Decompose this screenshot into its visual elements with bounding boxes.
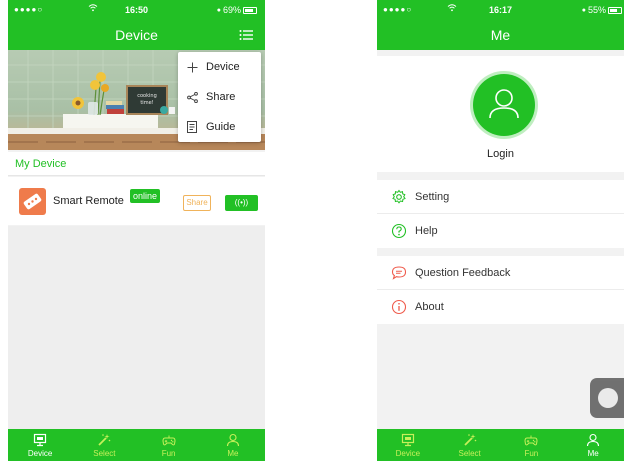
plus-icon [178, 62, 206, 73]
battery-percent: 69% [222, 5, 241, 15]
monitor-icon [401, 433, 414, 447]
person-icon [489, 89, 519, 119]
page-title: Device [115, 27, 158, 43]
menu-item-about[interactable]: About [377, 290, 624, 324]
login-button[interactable]: Login [377, 148, 624, 160]
tab-select[interactable]: Select [72, 429, 136, 461]
chat-icon [391, 265, 407, 280]
status-badge: online [130, 189, 161, 203]
page-title: Me [490, 27, 511, 43]
device-screen: ●●●●○ 16:50 ● 69% Device cooking time! M… [8, 0, 265, 461]
person-icon [587, 433, 600, 447]
remote-icon [19, 188, 46, 215]
tab-device[interactable]: Device [8, 429, 72, 461]
menu-item-label: About [415, 301, 444, 313]
signal-button[interactable]: ((•)) [225, 195, 258, 211]
tab-fun[interactable]: Fun [137, 429, 201, 461]
gamepad-icon [162, 435, 176, 446]
tab-label: Fun [161, 449, 176, 458]
battery-icon [608, 6, 622, 14]
svg-text:time!: time! [140, 100, 153, 106]
wand-icon [98, 434, 111, 446]
tab-label: Select [458, 449, 481, 458]
profile-section: Login [377, 56, 624, 172]
menu-item-label: Share [206, 91, 236, 103]
menu-item-label: Device [206, 61, 240, 73]
gear-icon [392, 189, 406, 204]
menu-item-label: Help [415, 225, 438, 237]
tab-bar: Device Select Fun Me [8, 429, 265, 461]
menu-item-guide[interactable]: Guide [178, 112, 261, 142]
gamepad-icon [524, 435, 538, 446]
me-screen: ●●●●○ 16:17 ● 55% Me Login Setting Help … [377, 0, 624, 461]
banner-text: cooking [137, 93, 157, 99]
menu-item-device[interactable]: Device [178, 52, 261, 82]
share-icon [178, 91, 206, 103]
device-name: Smart Remote [53, 195, 124, 207]
tab-label: Me [227, 449, 239, 458]
tab-label: Me [587, 449, 599, 458]
document-icon [178, 121, 206, 133]
menu-item-share[interactable]: Share [178, 82, 261, 112]
battery-icon [243, 6, 257, 14]
tab-label: Device [395, 449, 421, 458]
menu-item-label: Question Feedback [415, 266, 511, 279]
status-bar: ●●●●○ 16:17 ● 55% [377, 0, 624, 20]
battery-status: ● 55% [582, 5, 622, 15]
settings-menu-group: Setting Help [377, 180, 624, 248]
battery-status: ● 69% [217, 5, 257, 15]
tab-fun[interactable]: Fun [501, 429, 563, 461]
device-list-empty-area [8, 226, 265, 429]
alarm-icon: ● [216, 6, 221, 14]
support-menu-group: Question Feedback About [377, 256, 624, 324]
assistive-touch-knob [598, 388, 618, 408]
person-icon [226, 433, 239, 447]
nav-bar: Device [8, 20, 265, 50]
tab-label: Device [27, 449, 53, 458]
add-menu-popup: Device Share Guide [178, 52, 261, 142]
tab-label: Select [93, 449, 116, 458]
assistive-touch-button[interactable] [590, 378, 624, 418]
menu-item-question-feedback[interactable]: Question Feedback [377, 256, 624, 290]
monitor-icon [34, 433, 47, 447]
tab-select[interactable]: Select [439, 429, 501, 461]
alarm-icon: ● [581, 6, 586, 14]
tab-bar: Device Select Fun Me [377, 429, 624, 461]
menu-item-setting[interactable]: Setting [377, 180, 624, 214]
tab-label: Fun [524, 449, 539, 458]
device-row[interactable]: Smart Remote online Share ((•)) [8, 177, 265, 225]
menu-item-help[interactable]: Help [377, 214, 624, 248]
tab-me[interactable]: Me [201, 429, 265, 461]
section-label: My Device [8, 152, 265, 176]
nav-bar: Me [377, 20, 624, 50]
avatar[interactable] [473, 74, 535, 136]
share-button[interactable]: Share [183, 195, 211, 211]
menu-item-label: Guide [206, 121, 236, 133]
battery-percent: 55% [587, 5, 606, 15]
tab-device[interactable]: Device [377, 429, 439, 461]
help-icon [391, 223, 407, 239]
list-icon[interactable] [239, 28, 253, 40]
tab-me[interactable]: Me [562, 429, 624, 461]
info-icon [391, 299, 407, 315]
status-bar: ●●●●○ 16:50 ● 69% [8, 0, 265, 20]
wand-icon [463, 434, 476, 446]
menu-item-label: Setting [415, 190, 450, 203]
